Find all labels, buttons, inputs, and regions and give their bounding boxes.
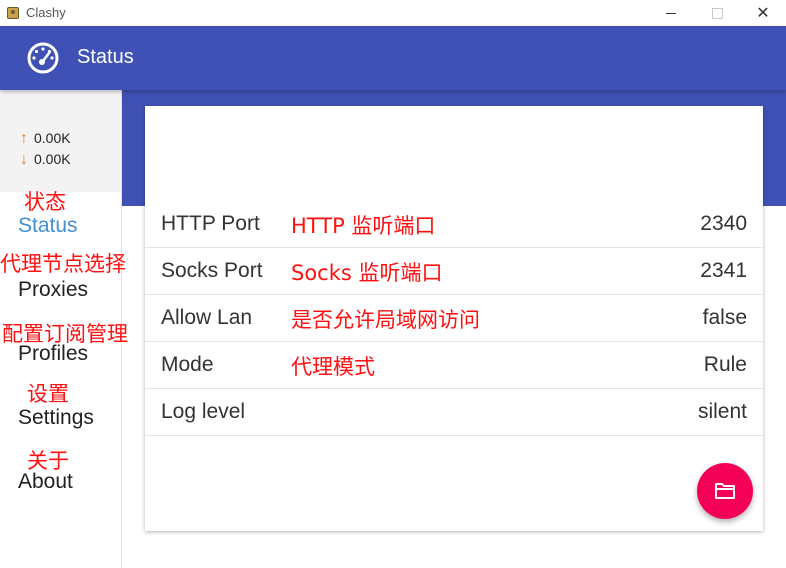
row-label: Allow Lan — [161, 306, 253, 329]
status-row-allow-lan: Allow Lan 是否允许局域网访问 false — [145, 295, 763, 342]
nav-annotation-proxies: 代理节点选择 — [0, 252, 126, 276]
speedometer-icon — [27, 42, 59, 74]
row-annotation: Socks 监听端口 — [291, 261, 443, 285]
status-row-log-level: Log level silent — [145, 389, 763, 436]
sidebar: ↑ 0.00K ↓ 0.00K 状态 Status 代理节点选择 Proxies 配… — [0, 90, 128, 568]
upload-speed: ↑ 0.00K — [20, 128, 71, 149]
arrow-up-icon: ↑ — [20, 130, 28, 147]
upload-value: 0.00K — [34, 130, 71, 146]
status-row-socks-port: Socks Port Socks 监听端口 2341 — [145, 248, 763, 295]
status-row-http-port: HTTP Port HTTP 监听端口 2340 — [145, 201, 763, 248]
row-value: false — [702, 306, 747, 329]
arrow-down-icon: ↓ — [20, 151, 28, 168]
nav-annotation-settings: 设置 — [27, 382, 69, 406]
row-annotation: 代理模式 — [291, 355, 375, 379]
app-bar: Status — [0, 26, 786, 90]
close-icon[interactable]: ✕ — [740, 0, 786, 26]
row-value: silent — [697, 400, 747, 423]
status-row-mode: Mode 代理模式 Rule — [145, 342, 763, 389]
row-value: 2341 — [700, 259, 747, 282]
maximize-icon[interactable] — [694, 0, 740, 26]
window-titlebar: Clashy ✕ — [0, 0, 786, 26]
row-label: Log level — [161, 400, 246, 423]
nav-annotation-profiles: 配置订阅管理 — [2, 322, 128, 346]
row-label: Socks Port — [161, 259, 263, 282]
minimize-icon[interactable] — [648, 0, 694, 26]
page-title: Status — [77, 46, 134, 68]
sidebar-item-status[interactable]: Status — [18, 214, 78, 238]
row-annotation: HTTP 监听端口 — [291, 214, 436, 238]
row-value: 2340 — [700, 212, 747, 235]
open-folder-button[interactable] — [697, 463, 753, 519]
row-label: Mode — [161, 353, 214, 376]
download-speed: ↓ 0.00K — [20, 149, 71, 170]
nav-annotation-about: 关于 — [27, 449, 69, 473]
row-label: HTTP Port — [161, 212, 260, 235]
sidebar-item-settings[interactable]: Settings — [18, 406, 94, 430]
traffic-speed: ↑ 0.00K ↓ 0.00K — [20, 128, 71, 170]
row-value: Rule — [703, 353, 747, 376]
download-value: 0.00K — [34, 151, 71, 167]
nav-annotation-status: 状态 — [24, 190, 66, 214]
folder-icon — [715, 483, 735, 499]
window-title: Clashy — [26, 5, 66, 20]
nav-list: 状态 Status 代理节点选择 Proxies 配置订阅管理 Profiles… — [0, 190, 128, 568]
app-icon — [7, 7, 19, 19]
sidebar-item-proxies[interactable]: Proxies — [18, 278, 88, 302]
status-card: HTTP Port HTTP 监听端口 2340 Socks Port Sock… — [145, 106, 763, 531]
row-annotation: 是否允许局域网访问 — [291, 308, 480, 332]
